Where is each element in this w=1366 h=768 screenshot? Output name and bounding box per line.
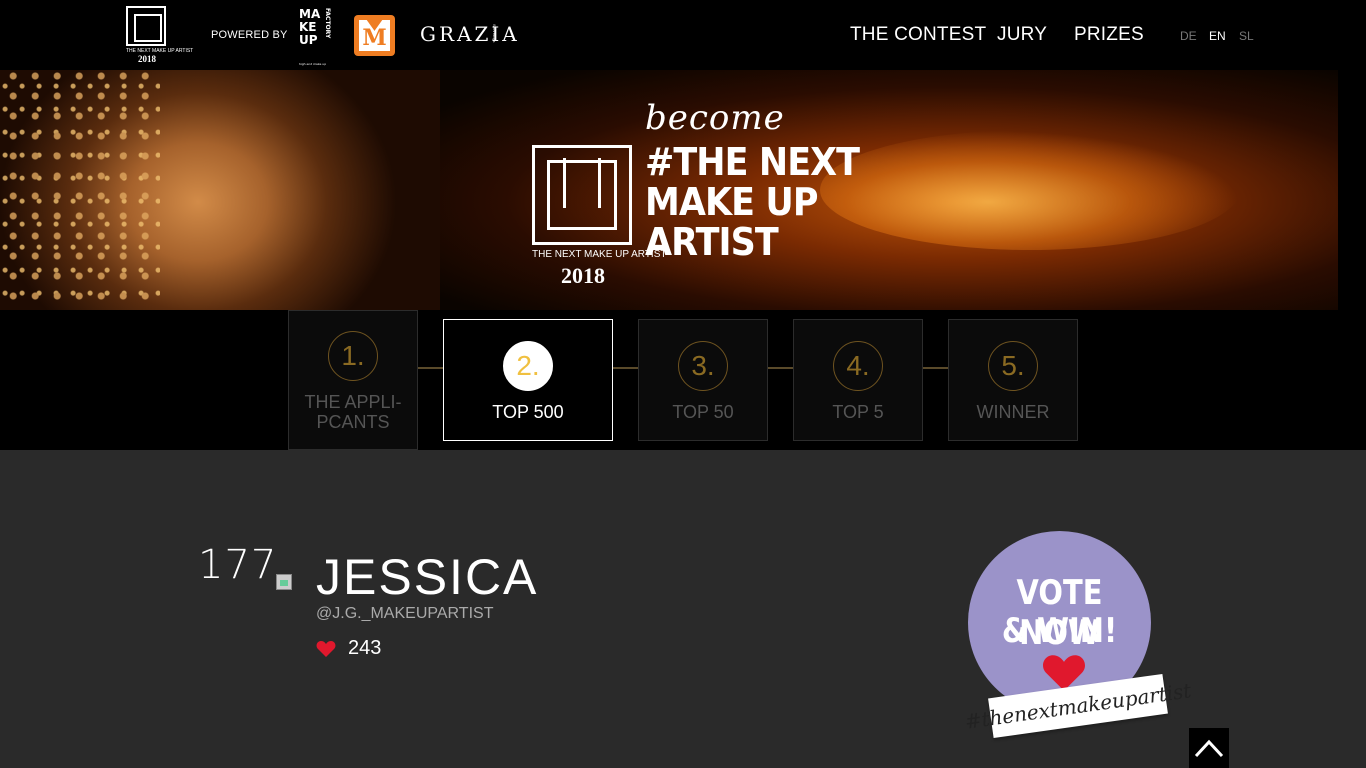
- back-to-top-button[interactable]: [1189, 728, 1229, 768]
- nav-the-contest[interactable]: THE CONTEST: [850, 24, 986, 46]
- step-top-500[interactable]: 2. TOP 500: [443, 319, 613, 441]
- site-header: THE NEXT MAKE UP ARTIST 2018 POWERED BY …: [0, 0, 1366, 70]
- site-logo[interactable]: THE NEXT MAKE UP ARTIST 2018: [126, 6, 193, 64]
- hero-banner: THE NEXT MAKE UP ARTIST 2018 become #THE…: [0, 70, 1366, 310]
- broken-image-icon: [276, 574, 292, 590]
- hero-edge: [1338, 70, 1366, 310]
- m-logo[interactable]: M: [354, 15, 395, 56]
- hero-logo: THE NEXT MAKE UP ARTIST 2018: [532, 145, 667, 288]
- step-applicants[interactable]: 1. THE APPLI- PCANTS: [288, 310, 418, 450]
- hero-become: become: [645, 98, 785, 138]
- lang-sl[interactable]: SL: [1239, 29, 1254, 43]
- grazia-text: GRAZIA: [420, 22, 520, 46]
- step-connector: [923, 367, 948, 369]
- step-number: 4.: [833, 341, 883, 391]
- lang-en[interactable]: EN: [1209, 29, 1226, 43]
- step-top-50[interactable]: 3. TOP 50: [638, 319, 768, 441]
- hero-logo-text: THE NEXT MAKE UP ARTIST: [532, 249, 667, 260]
- step-number: 1.: [328, 331, 378, 381]
- hero-logo-emblem: [532, 145, 632, 245]
- nav-prizes[interactable]: PRIZES: [1074, 24, 1144, 46]
- entry-section: 177. JESSICA @J.G._MAKEUPARTIST 243 VOTE…: [0, 450, 1366, 768]
- hero-headline-3: ARTIST: [645, 220, 779, 264]
- lang-de[interactable]: DE: [1180, 29, 1197, 43]
- makeup-factory-side: FACTORY: [324, 8, 331, 39]
- nav-jury[interactable]: JURY: [997, 24, 1047, 46]
- entry-name: JESSICA: [316, 549, 539, 605]
- step-winner[interactable]: 5. WINNER: [948, 319, 1078, 441]
- logo-year: 2018: [138, 54, 156, 64]
- step-connector: [768, 367, 793, 369]
- contest-steps: 1. THE APPLI- PCANTS 2. TOP 500 3. TOP 5…: [0, 310, 1366, 450]
- hero-model-image: [0, 70, 440, 310]
- logo-emblem: [126, 6, 166, 46]
- vote-count: 243: [348, 637, 382, 659]
- hero-logo-year: 2018: [561, 263, 605, 288]
- heart-icon[interactable]: [316, 640, 336, 658]
- step-connector: [418, 367, 443, 369]
- grazia-logo[interactable]: GRAZIA Slovenija: [420, 22, 520, 46]
- m-logo-letter: M: [359, 20, 390, 51]
- chevron-up-icon: [1194, 739, 1224, 758]
- step-connector: [613, 367, 638, 369]
- step-label-line2: PCANTS: [316, 412, 390, 432]
- entry-handle[interactable]: @J.G._MAKEUPARTIST: [316, 605, 493, 623]
- hero-light-flare: [820, 130, 1240, 250]
- hero-headline-2: MAKE UP: [645, 180, 818, 224]
- step-number: 3.: [678, 341, 728, 391]
- step-label: TOP 50: [672, 402, 734, 422]
- vote-badge-line2: & WIN!: [1001, 611, 1118, 651]
- powered-by-label: POWERED BY: [211, 29, 288, 41]
- step-top-5[interactable]: 4. TOP 5: [793, 319, 923, 441]
- hero-logo-inner2: [563, 158, 601, 208]
- step-label: TOP 500: [492, 402, 564, 422]
- hero-headline-1: #THE NEXT: [645, 140, 860, 184]
- step-number: 5.: [988, 341, 1038, 391]
- step-label: TOP 5: [832, 402, 884, 422]
- vote-now-badge[interactable]: VOTE NOW & WIN! #thenextmakeupartist: [963, 531, 1193, 741]
- step-label-line1: THE APPLI-: [304, 392, 402, 412]
- step-label: WINNER: [976, 402, 1050, 422]
- makeup-factory-logo[interactable]: MA KE UP FACTORY high end make up: [299, 8, 331, 67]
- grazia-sub: Slovenija: [492, 24, 497, 43]
- hero-headline: #THE NEXT MAKE UP ARTIST: [645, 140, 860, 264]
- step-number: 2.: [503, 341, 553, 391]
